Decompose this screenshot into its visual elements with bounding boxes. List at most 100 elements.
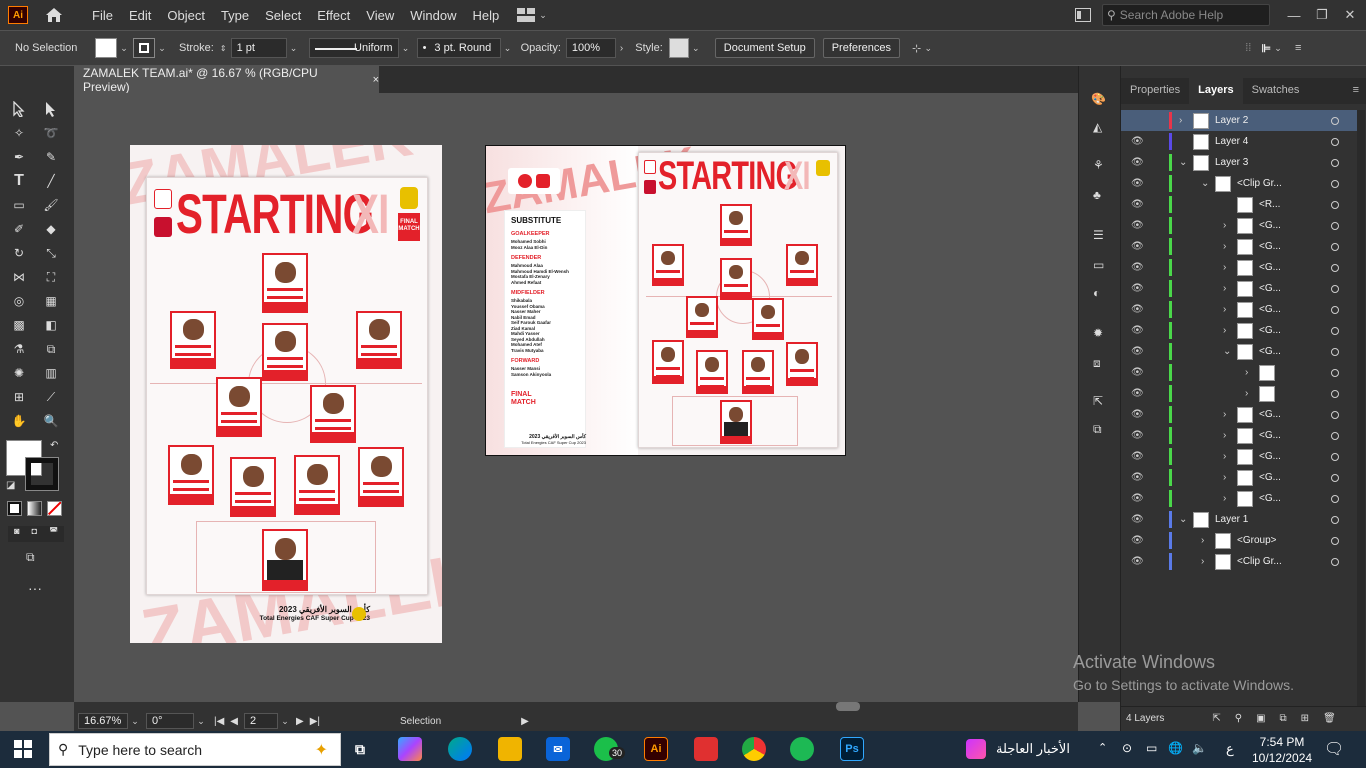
target-circle-icon[interactable] (1331, 389, 1339, 398)
zoom-field[interactable]: 16.67% (78, 713, 128, 729)
chevron-right-icon[interactable]: › (1223, 283, 1226, 294)
menu-file[interactable]: File (84, 8, 121, 23)
blend-tool-icon[interactable]: ⧉ (40, 338, 62, 360)
menu-type[interactable]: Type (213, 8, 257, 23)
align-grid-icon[interactable]: ⁞⁞ (1245, 42, 1251, 54)
delete-icon[interactable]: 🗑 (1323, 713, 1336, 724)
zoom-tool-icon[interactable]: 🔍 (40, 410, 62, 432)
chevron-right-icon[interactable]: › (1245, 367, 1248, 378)
rotate-tool-icon[interactable]: ↻ (8, 242, 30, 264)
last-artboard-icon[interactable]: ▶| (310, 716, 320, 727)
visibility-eye-icon[interactable]: 👁 (1131, 451, 1144, 462)
search-help-input[interactable]: ⚲ Search Adobe Help (1102, 4, 1270, 26)
player-card[interactable] (742, 350, 774, 394)
artboard-1[interactable]: ZAMALEK ZAMALEK STARTING XI FINAL MATCH … (130, 145, 442, 643)
target-circle-icon[interactable] (1331, 116, 1339, 125)
player-card[interactable] (294, 455, 340, 515)
layer-name[interactable]: Layer 3 (1215, 157, 1248, 168)
visibility-eye-icon[interactable]: 👁 (1131, 472, 1144, 483)
layer-name[interactable]: Layer 1 (1215, 514, 1248, 525)
chevron-down-icon[interactable]: ⌄ (155, 43, 169, 54)
appearance-panel-icon[interactable]: ✹ (1093, 326, 1103, 340)
layer-row[interactable]: 👁 › <G... (1121, 215, 1365, 236)
menu-select[interactable]: Select (257, 8, 309, 23)
graphic-style-swatch[interactable] (668, 38, 689, 58)
tab-layers[interactable]: Layers (1189, 78, 1243, 104)
chevron-down-icon[interactable]: ⌄ (1223, 346, 1231, 357)
chevron-down-icon[interactable]: ⌄ (278, 716, 292, 727)
home-icon[interactable] (44, 5, 64, 25)
copilot-icon[interactable] (398, 737, 422, 761)
battery-icon[interactable]: ▭ (1146, 741, 1157, 755)
chevron-right-icon[interactable]: › (1223, 325, 1226, 336)
layer-name[interactable]: <G... (1259, 304, 1281, 315)
chevron-down-icon[interactable]: ⌄ (1201, 178, 1209, 189)
visibility-eye-icon[interactable]: 👁 (1131, 241, 1144, 252)
chevron-right-icon[interactable]: › (1223, 493, 1226, 504)
layer-name[interactable]: <Clip Gr... (1237, 178, 1282, 189)
visibility-eye-icon[interactable]: 👁 (1131, 178, 1144, 189)
layer-name[interactable]: Layer 4 (1215, 136, 1248, 147)
visibility-eye-icon[interactable]: 👁 (1131, 556, 1144, 567)
mesh-tool-icon[interactable]: ▩ (8, 314, 30, 336)
photos-icon[interactable] (694, 737, 718, 761)
player-card[interactable] (356, 311, 402, 369)
volume-icon[interactable]: 🔈 (1192, 741, 1207, 755)
layer-row[interactable]: 👁 › (1121, 383, 1365, 404)
chevron-right-icon[interactable]: › (1223, 430, 1226, 441)
clipping-mask-icon[interactable]: ▣ (1256, 713, 1265, 724)
preferences-button[interactable]: Preferences (822, 38, 901, 58)
workspace-switcher[interactable]: ⌄ (517, 8, 547, 22)
menu-effect[interactable]: Effect (309, 8, 358, 23)
fill-swatch[interactable] (95, 38, 117, 58)
layer-name[interactable]: <G... (1259, 325, 1281, 336)
free-transform-icon[interactable]: ⛶ (40, 266, 62, 288)
gradient-mode-icon[interactable] (27, 501, 42, 516)
windows-start-icon[interactable] (14, 740, 32, 761)
color-guide-icon[interactable]: ◭ (1093, 120, 1102, 134)
menu-view[interactable]: View (358, 8, 402, 23)
chevron-right-icon[interactable]: › (1223, 262, 1226, 273)
target-circle-icon[interactable] (1331, 326, 1339, 335)
horizontal-scrollbar[interactable] (74, 702, 1078, 711)
layer-name[interactable]: <G... (1259, 493, 1281, 504)
hamburger-icon[interactable]: ≡ (1295, 42, 1301, 54)
search-icon[interactable]: ⚲ (1235, 713, 1242, 724)
news-icon[interactable] (966, 739, 986, 759)
target-circle-icon[interactable] (1331, 242, 1339, 251)
visibility-eye-icon[interactable]: 👁 (1131, 346, 1144, 357)
layers-scrollbar[interactable] (1357, 110, 1365, 706)
panel-menu-icon[interactable]: ≡ (1345, 78, 1366, 104)
stroke-swatch[interactable] (133, 38, 155, 58)
target-circle-icon[interactable] (1331, 473, 1339, 482)
visibility-eye-icon[interactable]: 👁 (1131, 283, 1144, 294)
notifications-icon[interactable]: 🗨 (1324, 739, 1344, 759)
graphic-styles-icon[interactable]: ⧈ (1093, 356, 1101, 371)
player-card[interactable] (310, 385, 356, 443)
eyedropper-icon[interactable]: ⚗ (8, 338, 30, 360)
layer-row[interactable]: 👁 › <G... (1121, 467, 1365, 488)
selection-tool-icon[interactable] (8, 98, 30, 120)
layer-row[interactable]: 👁 › <G... (1121, 446, 1365, 467)
target-circle-icon[interactable] (1331, 263, 1339, 272)
show-hidden-icons[interactable]: ⌃ (1098, 741, 1107, 754)
visibility-eye-icon[interactable]: 👁 (1131, 262, 1144, 273)
player-card[interactable] (216, 377, 262, 437)
layer-row[interactable]: 👁 ⌄ Layer 1 (1121, 509, 1365, 530)
player-card[interactable] (752, 298, 784, 340)
chevron-down-icon[interactable]: ⌄ (501, 43, 515, 54)
default-colors-icon[interactable]: ◪ (6, 480, 15, 491)
layer-name[interactable]: Layer 2 (1215, 115, 1248, 126)
chrome-icon[interactable] (742, 737, 766, 761)
layer-row[interactable]: 👁 Layer 4 (1121, 131, 1365, 152)
player-card[interactable] (786, 244, 818, 286)
layer-name[interactable]: <G... (1259, 430, 1281, 441)
stroke-panel-icon[interactable]: ☰ (1093, 228, 1104, 242)
restore-icon[interactable]: ❐ (1308, 7, 1336, 23)
symbol-sprayer-icon[interactable]: ✺ (8, 362, 30, 384)
layer-row[interactable]: 👁 › <G... (1121, 488, 1365, 509)
chevron-right-icon[interactable]: › (1223, 241, 1226, 252)
transform-icon[interactable]: ⊹ (912, 42, 921, 55)
layer-row[interactable]: 👁 › <G... (1121, 236, 1365, 257)
news-ticker[interactable]: الأخبار العاجلة (996, 741, 1070, 757)
